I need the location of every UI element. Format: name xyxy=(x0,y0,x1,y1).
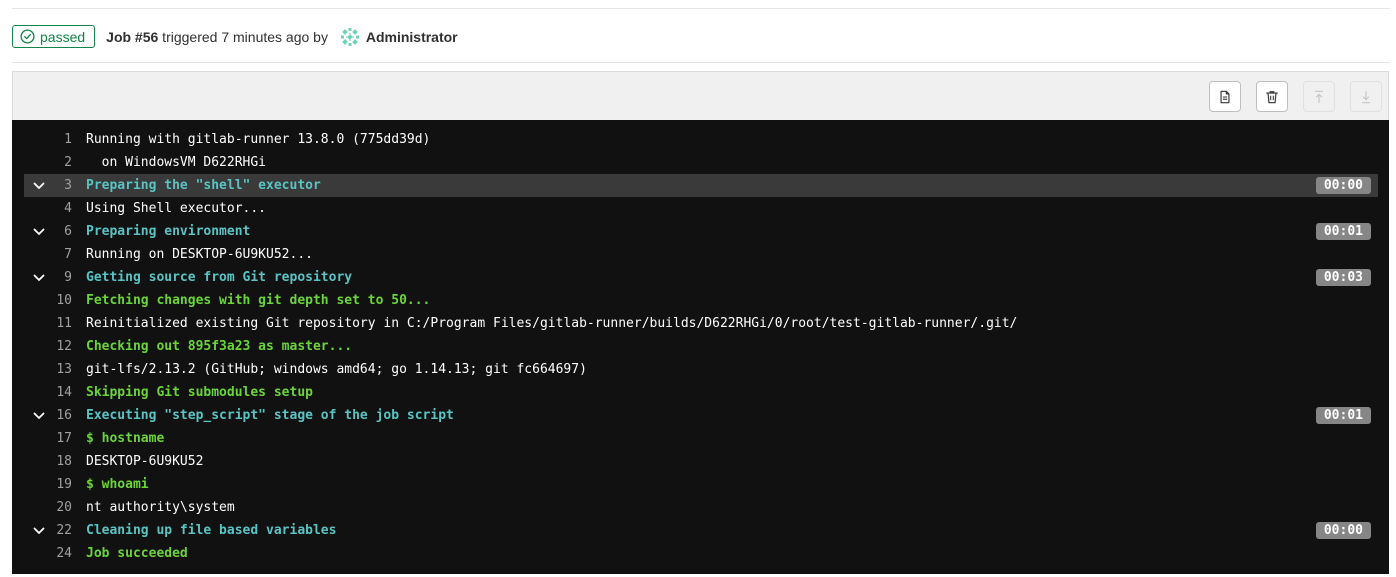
line-number[interactable]: 9 xyxy=(24,266,72,289)
log-text: Skipping Git submodules setup xyxy=(86,385,313,400)
status-badge[interactable]: passed xyxy=(12,25,96,48)
log-line: 13 git-lfs/2.13.2 (GitHub; windows amd64;… xyxy=(12,358,1389,381)
line-number[interactable]: 4 xyxy=(24,197,72,220)
log-text: git-lfs/2.13.2 (GitHub; windows amd64; g… xyxy=(86,362,587,377)
section-duration-badge: 00:00 xyxy=(1315,177,1371,194)
log-text: Cleaning up file based variables xyxy=(86,523,337,538)
job-triggered-text: triggered 7 minutes ago by xyxy=(158,28,332,45)
line-number[interactable]: 3 xyxy=(24,174,72,197)
log-text: Getting source from Git repository xyxy=(86,270,353,285)
log-line: 12 Checking out 895f3a23 as master... xyxy=(12,335,1389,358)
job-log-panel: 1 Running with gitlab-runner 13.8.0 (775d… xyxy=(12,71,1389,574)
section-duration-badge: 00:01 xyxy=(1315,407,1371,424)
section-duration-badge: 00:01 xyxy=(1315,223,1371,240)
scroll-up-icon xyxy=(1314,90,1324,103)
job-id: Job #56 xyxy=(106,28,159,45)
line-number[interactable]: 22 xyxy=(24,519,72,542)
line-number[interactable]: 11 xyxy=(24,312,72,335)
log-line: 20 nt authority\system xyxy=(12,496,1389,519)
avatar[interactable] xyxy=(340,27,360,47)
line-number[interactable]: 14 xyxy=(24,381,72,404)
line-number[interactable]: 19 xyxy=(24,473,72,496)
log-text: Executing "step_script" stage of the job… xyxy=(86,408,454,423)
log-toolbar xyxy=(12,71,1389,120)
line-number[interactable]: 2 xyxy=(24,151,72,174)
log-text: Preparing the "shell" executor xyxy=(86,178,321,193)
line-number[interactable]: 17 xyxy=(24,427,72,450)
log-text: on WindowsVM D622RHGi xyxy=(86,155,267,170)
log-line: 14 Skipping Git submodules setup xyxy=(12,381,1389,404)
log-section-header[interactable]: 9 Getting source from Git repository 00:03 xyxy=(12,266,1389,289)
line-number[interactable]: 13 xyxy=(24,358,72,381)
log-line: 2 on WindowsVM D622RHGi xyxy=(12,151,1389,174)
log-text: Preparing environment xyxy=(86,224,251,239)
log-line: 1 Running with gitlab-runner 13.8.0 (775d… xyxy=(12,128,1389,151)
scroll-to-top-button[interactable] xyxy=(1303,81,1335,112)
erase-log-button[interactable] xyxy=(1256,81,1288,112)
trash-icon xyxy=(1266,90,1278,103)
line-number[interactable]: 16 xyxy=(24,404,72,427)
log-line: 4 Using Shell executor... xyxy=(12,197,1389,220)
job-header: passed Job #56 triggered 7 minutes ago b… xyxy=(12,24,458,49)
user-name-link[interactable]: Administrator xyxy=(366,29,458,45)
log-line: 24 Job succeeded xyxy=(12,542,1389,565)
log-text: nt authority\system xyxy=(86,500,235,515)
section-duration-badge: 00:00 xyxy=(1315,522,1371,539)
line-number[interactable]: 10 xyxy=(24,289,72,312)
log-line: 7 Running on DESKTOP-6U9KU52... xyxy=(12,243,1389,266)
line-number[interactable]: 1 xyxy=(24,128,72,151)
log-text: $ hostname xyxy=(86,431,165,446)
line-number[interactable]: 7 xyxy=(24,243,72,266)
scroll-to-bottom-button[interactable] xyxy=(1350,81,1382,112)
status-label: passed xyxy=(40,28,86,45)
log-section-header[interactable]: 6 Preparing environment 00:01 xyxy=(12,220,1389,243)
log-text: Checking out 895f3a23 as master... xyxy=(86,339,353,354)
scroll-down-icon xyxy=(1361,90,1371,103)
log-text: $ whoami xyxy=(86,477,149,492)
line-number[interactable]: 24 xyxy=(24,542,72,565)
log-text: Reinitialized existing Git repository in… xyxy=(86,316,1018,331)
line-number[interactable]: 20 xyxy=(24,496,72,519)
section-duration-badge: 00:03 xyxy=(1315,269,1371,286)
line-number[interactable]: 18 xyxy=(24,450,72,473)
log-line: 17 $ hostname xyxy=(12,427,1389,450)
log-section-header[interactable]: 3 Preparing the "shell" executor 00:00 xyxy=(24,174,1378,197)
header-divider xyxy=(12,62,1390,63)
log-text: DESKTOP-6U9KU52 xyxy=(86,454,204,469)
log-text: Running on DESKTOP-6U9KU52... xyxy=(86,247,313,262)
line-number[interactable]: 12 xyxy=(24,335,72,358)
job-info: Job #56 triggered 7 minutes ago by Admin… xyxy=(106,27,458,47)
log-text: Running with gitlab-runner 13.8.0 (775dd… xyxy=(86,132,431,147)
check-circle-icon xyxy=(20,29,35,44)
log-line: 11 Reinitialized existing Git repository … xyxy=(12,312,1389,335)
log-section-header[interactable]: 16 Executing "step_script" stage of the j… xyxy=(12,404,1389,427)
log-line: 10 Fetching changes with git depth set to… xyxy=(12,289,1389,312)
document-icon xyxy=(1220,90,1230,103)
log-line: 19 $ whoami xyxy=(12,473,1389,496)
log-line: 18 DESKTOP-6U9KU52 xyxy=(12,450,1389,473)
raw-log-button[interactable] xyxy=(1209,81,1241,112)
log-text: Job succeeded xyxy=(86,546,188,561)
log-section-header[interactable]: 22 Cleaning up file based variables 00:00 xyxy=(12,519,1389,542)
top-divider xyxy=(12,8,1390,9)
job-log-output: 1 Running with gitlab-runner 13.8.0 (775d… xyxy=(12,120,1389,574)
log-text: Using Shell executor... xyxy=(86,201,267,216)
log-text: Fetching changes with git depth set to 5… xyxy=(86,293,431,308)
line-number[interactable]: 6 xyxy=(24,220,72,243)
